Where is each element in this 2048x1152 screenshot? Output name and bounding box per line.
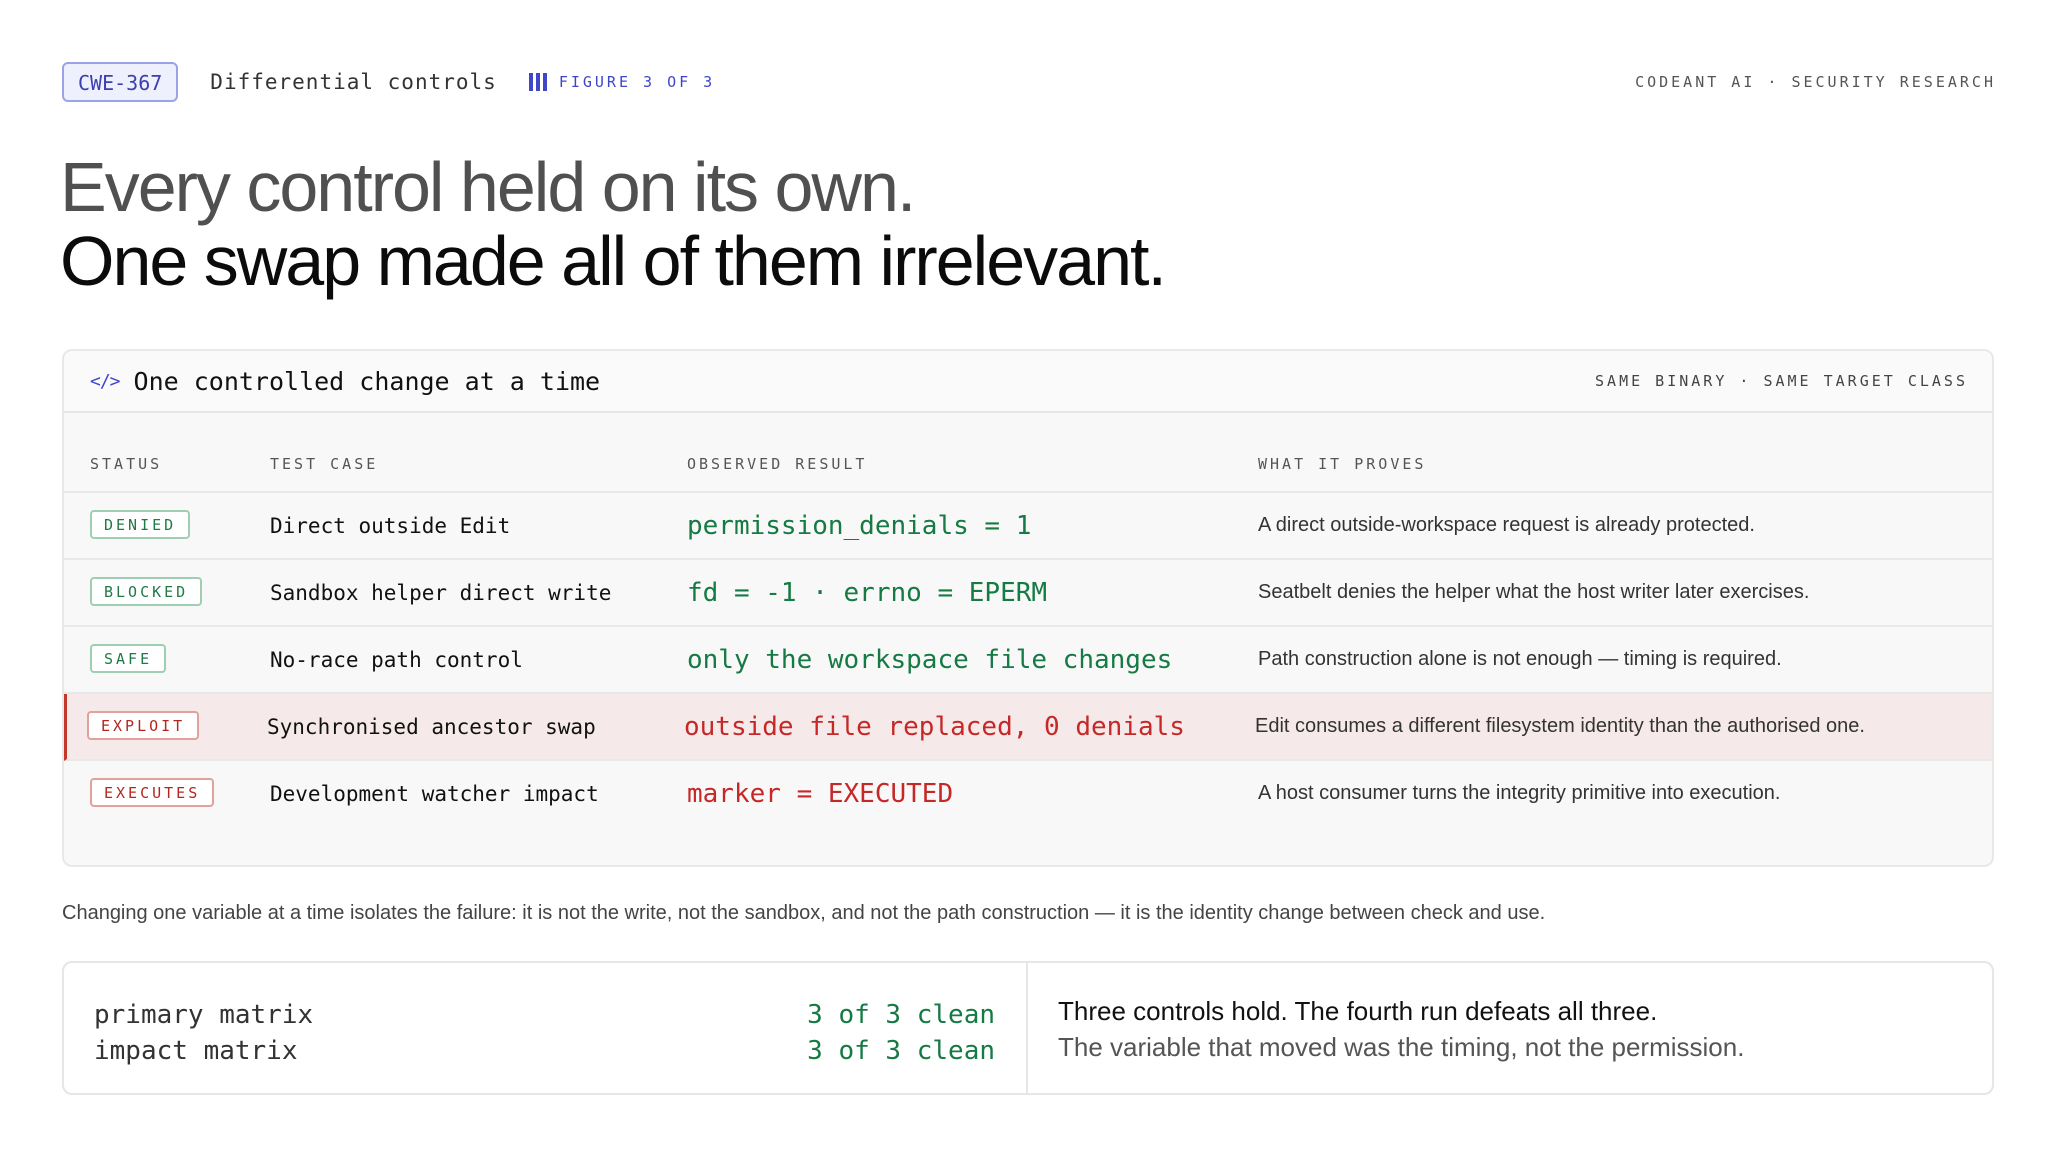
summary-headline: Three controls hold. The fourth run defe… — [1058, 996, 1658, 1026]
explanatory-note: Changing one variable at a time isolates… — [62, 902, 1546, 924]
card-header: </> One controlled change at a time SAME… — [64, 351, 1992, 413]
test-case-cell: Development watcher impact — [270, 781, 599, 806]
status-badge: SAFE — [90, 644, 167, 673]
proves-cell: Seatbelt denies the helper what the host… — [1258, 581, 1810, 603]
result-cell: fd = -1 · errno = EPERM — [687, 577, 1048, 608]
card-meta: SAME BINARY · SAME TARGET CLASS — [1595, 372, 1968, 390]
matrix-row: impact matrix 3 of 3 clean — [94, 1033, 995, 1069]
table-row: SAFE No-race path control only the works… — [64, 627, 1992, 694]
status-badge: EXECUTES — [90, 778, 215, 807]
test-case-cell: No-race path control — [270, 647, 523, 672]
summary-card: primary matrix 3 of 3 clean impact matri… — [62, 961, 1994, 1095]
status-badge: DENIED — [90, 510, 191, 539]
bars-icon — [528, 73, 547, 91]
summary-subtext: The variable that moved was the timing, … — [1058, 1032, 1745, 1062]
headline-line-1: Every control held on its own. — [60, 148, 916, 226]
column-header-observed-result: OBSERVED RESULT — [687, 455, 868, 473]
code-icon: </> — [90, 370, 120, 392]
table-row: DENIED Direct outside Edit permission_de… — [64, 493, 1992, 560]
column-header-test-case: TEST CASE — [270, 455, 379, 473]
matrix-label: impact matrix — [94, 1036, 298, 1066]
summary-conclusion: Three controls hold. The fourth run defe… — [1028, 963, 1744, 1093]
figure-counter: FIGURE 3 OF 3 — [528, 73, 716, 91]
cwe-badge: CWE-367 — [62, 62, 179, 102]
test-case-cell: Synchronised ancestor swap — [267, 714, 596, 739]
matrix-summary: primary matrix 3 of 3 clean impact matri… — [64, 963, 1028, 1093]
figure-counter-label: FIGURE 3 OF 3 — [558, 73, 716, 91]
controls-table-card: </> One controlled change at a time SAME… — [62, 349, 1994, 867]
test-case-cell: Direct outside Edit — [270, 513, 511, 538]
proves-cell: Path construction alone is not enough — … — [1258, 648, 1782, 670]
column-header-status: STATUS — [90, 455, 163, 473]
headline-line-2: One swap made all of them irrelevant. — [60, 222, 1167, 300]
status-badge: BLOCKED — [90, 577, 203, 606]
result-cell: outside file replaced, 0 denials — [684, 711, 1185, 742]
matrix-value: 3 of 3 clean — [807, 1036, 995, 1066]
top-bar: CWE-367 Differential controls FIGURE 3 O… — [62, 62, 1996, 102]
table-header-row: STATUS TEST CASE OBSERVED RESULT WHAT IT… — [64, 413, 1992, 493]
proves-cell: Edit consumes a different filesystem ide… — [1255, 715, 1865, 737]
page-headline: Every control held on its own. One swap … — [60, 148, 1167, 300]
test-case-cell: Sandbox helper direct write — [270, 580, 612, 605]
card-title: One controlled change at a time — [133, 366, 601, 396]
matrix-row: primary matrix 3 of 3 clean — [94, 997, 995, 1033]
table-row: EXECUTES Development watcher impact mark… — [64, 761, 1992, 826]
table-row-exploit: EXPLOIT Synchronised ancestor swap outsi… — [64, 694, 1992, 761]
result-cell: only the workspace file changes — [687, 644, 1173, 675]
figure-title: Differential controls — [210, 70, 497, 94]
table-row: BLOCKED Sandbox helper direct write fd =… — [64, 560, 1992, 627]
proves-cell: A host consumer turns the integrity prim… — [1258, 782, 1781, 804]
result-cell: permission_denials = 1 — [687, 510, 1032, 541]
proves-cell: A direct outside-workspace request is al… — [1258, 514, 1755, 536]
brand-label: CODEANT AI · SECURITY RESEARCH — [1635, 73, 1996, 91]
column-header-what-it-proves: WHAT IT PROVES — [1258, 455, 1427, 473]
status-badge: EXPLOIT — [87, 711, 200, 740]
matrix-label: primary matrix — [94, 1000, 314, 1030]
matrix-value: 3 of 3 clean — [807, 1000, 995, 1030]
result-cell: marker = EXECUTED — [687, 778, 954, 809]
